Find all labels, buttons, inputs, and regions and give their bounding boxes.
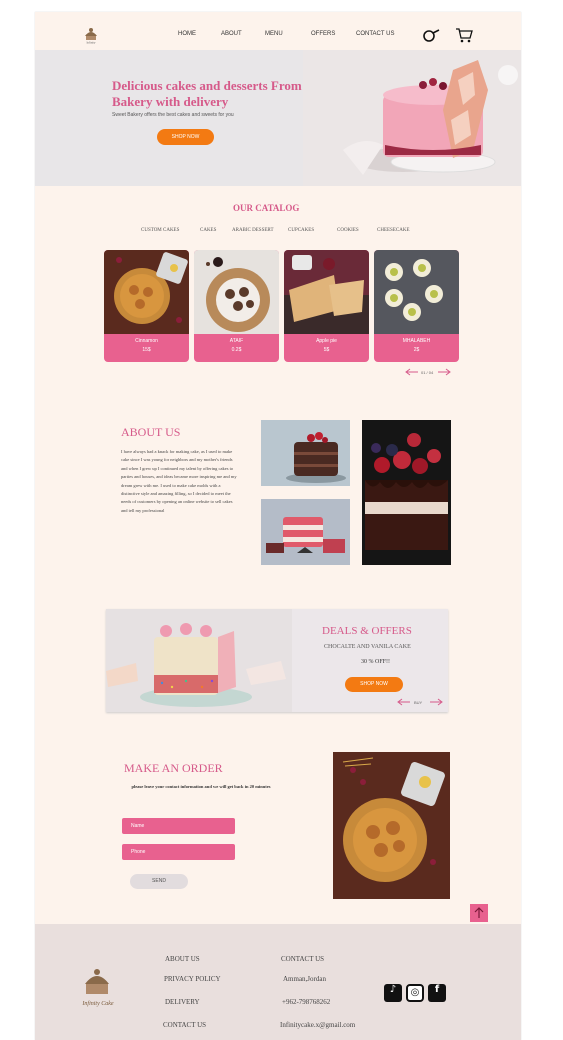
arrow-up-icon (474, 907, 484, 918)
tiktok-icon[interactable]: ♪ (384, 984, 402, 1002)
footer-phone: +962-798768262 (282, 998, 331, 1006)
tab-cakes[interactable]: CAKES (200, 228, 216, 233)
product-card[interactable]: Cinnamon 15$ (104, 250, 189, 362)
tab-cupcakes[interactable]: CUPCAKES (288, 228, 314, 233)
product-name: MHALABEH (402, 338, 431, 344)
footer-contact-title: CONTACT US (281, 955, 325, 963)
name-placeholder: Name (131, 823, 145, 829)
order-subtitle: please leave your contact information an… (131, 784, 271, 789)
tab-cookies[interactable]: COOKIES (337, 228, 359, 233)
hero-banner: Delicious cakes and desserts From Bakery… (35, 50, 521, 186)
hero-title: Delicious cakes and desserts From Bakery… (112, 78, 302, 109)
product-card[interactable]: Apple pie 5$ (284, 250, 369, 362)
footer: Infinity Cake ABOUT US PRIVACY POLICY DE… (35, 924, 521, 1040)
nav-menu[interactable]: MENU (265, 31, 283, 37)
product-price: 2$ (413, 347, 420, 353)
product-card[interactable]: MHALABEH 2$ (374, 250, 459, 362)
deals-title: DEALS & OFFERS (322, 625, 412, 637)
order-title: MAKE AN ORDER (124, 761, 223, 775)
deals-discount: 30 % OFF!! (361, 659, 391, 665)
product-image (194, 250, 279, 334)
about-text: I have always had a knack for making cak… (121, 449, 237, 513)
product-image (104, 250, 189, 334)
instagram-icon[interactable]: ◎ (406, 984, 424, 1002)
product-price: 15$ (142, 347, 151, 353)
catalog-pager: 01 / 04 (421, 370, 434, 375)
page: Infinity HOME ABOUT MENU OFFERS CONTACT … (35, 12, 521, 1040)
tab-custom-cakes[interactable]: CUSTOM CAKES (141, 228, 179, 233)
deals-cake-image (106, 609, 292, 712)
phone-placeholder: Phone (131, 849, 146, 855)
footer-link-privacy[interactable]: PRIVACY POLICY (164, 975, 221, 983)
scroll-top-button[interactable] (470, 904, 488, 922)
about-image-cake (362, 420, 451, 565)
arrow-left-icon[interactable] (397, 698, 411, 706)
product-image (374, 250, 459, 334)
cart-icon[interactable] (455, 27, 473, 43)
footer-brand: Infinity Cake (82, 1001, 114, 1007)
phone-field[interactable]: Phone (122, 844, 235, 860)
name-field[interactable]: Name (122, 818, 235, 834)
hero-cake-image (303, 50, 521, 186)
deals-banner: DEALS & OFFERS CHOCALTE AND VANILA CAKE … (106, 609, 448, 712)
deals-shop-button[interactable]: SHOP NOW (345, 677, 403, 692)
hero-subtitle: Sweet Bakery offers the best cakes and s… (112, 112, 234, 118)
facebook-icon[interactable]: f (428, 984, 446, 1002)
product-image (284, 250, 369, 334)
arrow-right-icon[interactable] (429, 698, 443, 706)
svg-text:Infinity: Infinity (87, 41, 96, 45)
product-price: 5$ (323, 347, 330, 353)
deals-product: CHOCALTE AND VANILA CAKE (324, 644, 411, 650)
product-name: ATAIF (229, 338, 244, 344)
search-icon[interactable] (422, 29, 440, 43)
about-title: ABOUT US (121, 425, 181, 439)
tab-arabic-dessert[interactable]: ARABIC DESSERT (232, 228, 274, 233)
order-image (333, 752, 450, 899)
arrow-left-icon[interactable] (405, 368, 419, 376)
product-name: Cinnamon (135, 338, 158, 344)
tab-cheesecake[interactable]: CHEESECAKE (377, 228, 410, 233)
footer-email[interactable]: Infinitycake.x@gmail.com (280, 1021, 355, 1029)
logo-icon[interactable]: Infinity (81, 26, 101, 44)
product-name: Apple pie (316, 338, 337, 344)
send-button[interactable]: SEND (130, 874, 188, 889)
product-card[interactable]: ATAIF 0.2$ (194, 250, 279, 362)
nav-about[interactable]: ABOUT (221, 31, 242, 37)
arrow-right-icon[interactable] (437, 368, 451, 376)
nav-offers[interactable]: OFFERS (311, 31, 335, 37)
deals-buy-link[interactable]: BUY (414, 700, 422, 705)
footer-address: Amman,Jordan (283, 975, 326, 983)
catalog-title: OUR CATALOG (233, 203, 300, 213)
footer-link-delivery[interactable]: DELIVERY (165, 998, 200, 1006)
about-image-cake (261, 499, 350, 565)
about-image-cake (261, 420, 350, 486)
nav-contact[interactable]: CONTACT US (356, 31, 394, 37)
hero-shop-button[interactable]: SHOP NOW (157, 129, 214, 145)
nav-home[interactable]: HOME (178, 31, 196, 37)
product-price: 0.2$ (231, 347, 242, 353)
footer-link-about[interactable]: ABOUT US (165, 955, 200, 963)
footer-link-contact[interactable]: CONTACT US (163, 1021, 206, 1029)
